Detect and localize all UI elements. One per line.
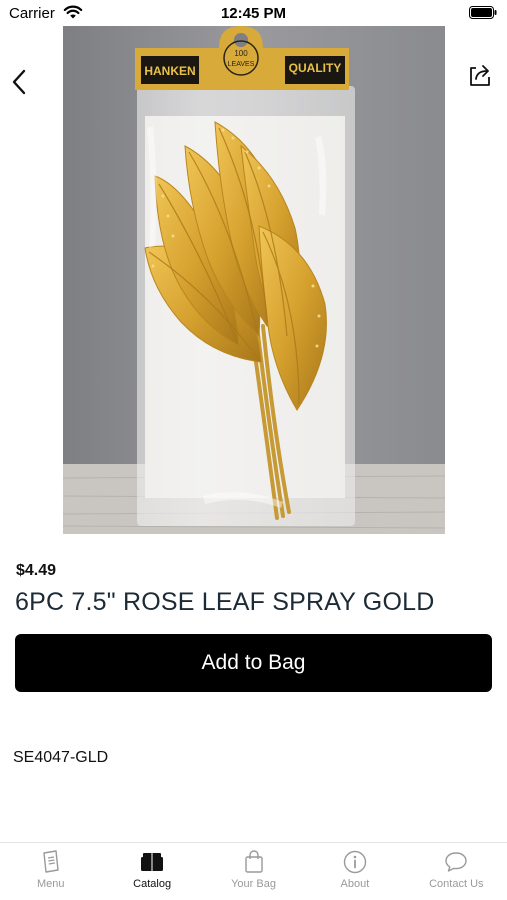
product-sku: SE4047-GLD: [13, 749, 109, 766]
tab-label: About: [340, 878, 370, 890]
package-tag-label: LEAVES: [228, 61, 255, 68]
tab-contact-us[interactable]: Contact Us: [406, 843, 507, 900]
package-quality-text: QUALITY: [289, 61, 342, 75]
tab-your-bag[interactable]: Your Bag: [203, 843, 304, 900]
product-image: HANKEN QUALITY 100 LEAVES: [63, 26, 445, 534]
tab-label: Your Bag: [231, 878, 276, 890]
tab-label: Menu: [36, 878, 65, 890]
tab-menu[interactable]: Menu: [0, 843, 101, 900]
tab-label: Catalog: [133, 878, 172, 890]
product-price: $4.49: [16, 562, 57, 579]
shopping-bag-icon: [242, 850, 266, 874]
chevron-left-icon: [12, 69, 26, 95]
tab-label: Contact Us: [429, 878, 484, 890]
back-button[interactable]: [6, 66, 32, 98]
clock: 12:45 PM: [220, 5, 287, 22]
tab-bar: Menu Catalog Your Bag About Contact Us: [0, 842, 507, 900]
package-tag-count: 100: [234, 49, 248, 58]
chat-bubble-icon: [444, 850, 468, 874]
product-title: 6PC 7.5" ROSE LEAF SPRAY GOLD: [15, 588, 435, 616]
status-bar: Carrier 12:45 PM: [0, 0, 507, 26]
catalog-box-icon: [140, 850, 164, 874]
share-icon: [470, 65, 490, 86]
menu-book-icon: [39, 850, 63, 874]
share-button[interactable]: [465, 60, 495, 90]
tab-about[interactable]: About: [304, 843, 405, 900]
add-to-bag-button[interactable]: Add to Bag: [15, 634, 492, 692]
package-brand-text: HANKEN: [144, 64, 195, 78]
info-icon: [343, 850, 367, 874]
tab-catalog[interactable]: Catalog: [101, 843, 202, 900]
battery-icon: [469, 6, 497, 19]
